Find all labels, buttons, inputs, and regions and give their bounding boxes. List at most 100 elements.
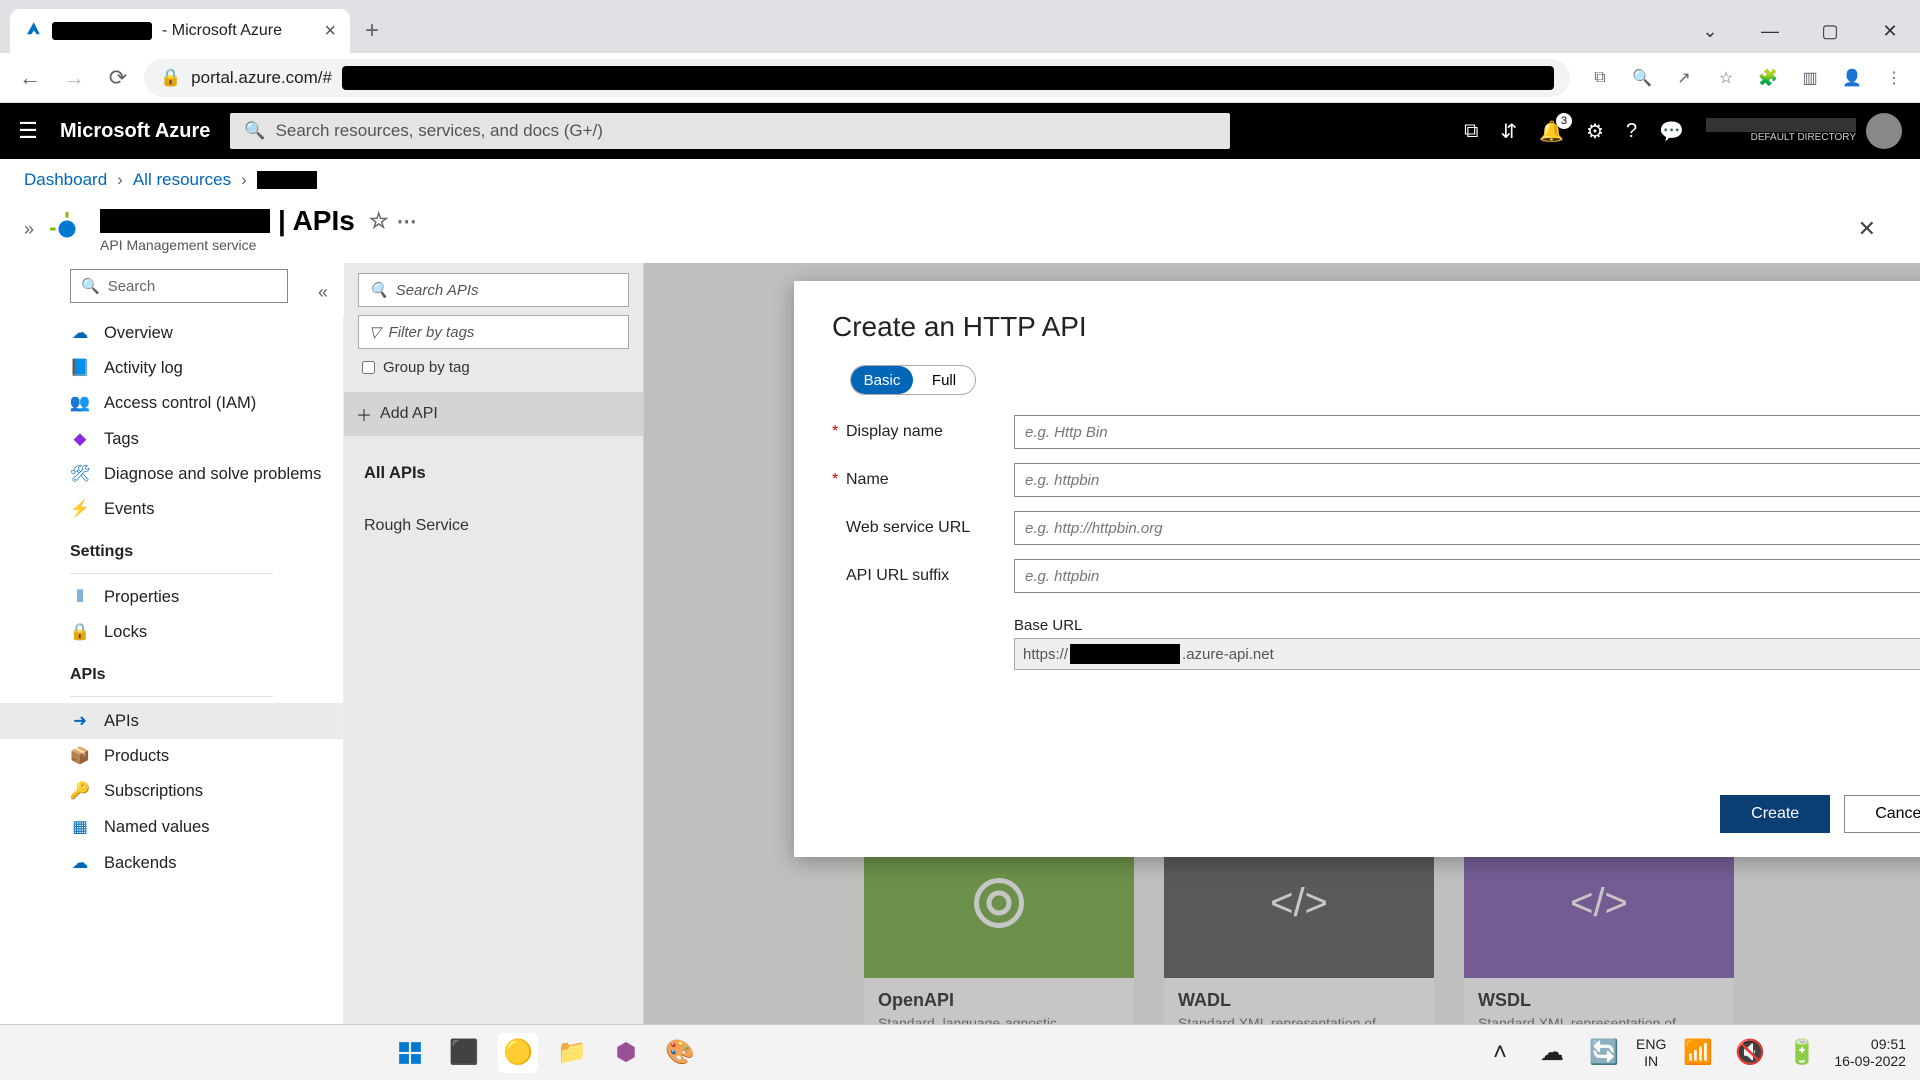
feedback-icon[interactable]: 💬 (1659, 119, 1684, 144)
forward-button[interactable]: → (56, 60, 92, 96)
close-blade-icon[interactable]: ✕ (1858, 216, 1896, 242)
reload-button[interactable]: ⟳ (100, 60, 136, 96)
add-api-button[interactable]: ＋Add API (344, 392, 643, 436)
sidebar-item-subscriptions[interactable]: 🔑Subscriptions (0, 774, 343, 809)
api-filter-placeholder: Filter by tags (389, 324, 475, 341)
browser-toolbar: ← → ⟳ 🔒 portal.azure.com/# ⧉ 🔍 ↗ ☆ 🧩 ▥ 👤… (0, 53, 1920, 103)
api-filter[interactable]: ▽ Filter by tags (358, 315, 629, 349)
close-tab-icon[interactable]: × (324, 20, 336, 43)
label-api-url-suffix: API URL suffix (846, 567, 1014, 585)
clock-date: 16-09-2022 (1834, 1053, 1906, 1070)
sidebar-item-apis[interactable]: ➜APIs (0, 703, 343, 739)
group-by-tag-label: Group by tag (383, 359, 470, 376)
browser-tab[interactable]: - Microsoft Azure × (10, 9, 350, 53)
sidebar-item-named-values[interactable]: ▦Named values (0, 809, 343, 845)
minimize-icon[interactable]: — (1740, 9, 1800, 53)
new-tab-button[interactable]: + (354, 13, 390, 49)
volume-icon[interactable]: 🔇 (1730, 1033, 1770, 1073)
cancel-button[interactable]: Cancel (1844, 795, 1920, 833)
sidebar-item-products[interactable]: 📦Products (0, 739, 343, 774)
api-search-placeholder: Search APIs (396, 282, 479, 299)
open-external-icon[interactable]: ⧉ (1586, 69, 1614, 87)
zoom-icon[interactable]: 🔍 (1628, 68, 1656, 88)
kebab-menu-icon[interactable]: ⋮ (1880, 68, 1908, 88)
wifi-icon[interactable]: 📶 (1678, 1033, 1718, 1073)
page-body: 🔍 Search « ☁Overview 📘Activity log 👥Acce… (0, 263, 1920, 1043)
filter-icon: ▽ (369, 323, 381, 341)
chevron-down-icon[interactable]: ⌄ (1680, 9, 1740, 53)
label-base-url: Base URL (1014, 617, 1920, 634)
checkbox[interactable] (362, 361, 375, 374)
divider (70, 573, 273, 574)
clock[interactable]: 09:51 16-09-2022 (1834, 1036, 1906, 1070)
dialog-title: Create an HTTP API (832, 311, 1920, 343)
sidebar-item-tags[interactable]: ◆Tags (0, 421, 343, 457)
battery-icon[interactable]: 🔋 (1782, 1033, 1822, 1073)
file-explorer-icon[interactable]: 📁 (552, 1033, 592, 1073)
back-button[interactable]: ← (12, 60, 48, 96)
sidebar-item-events[interactable]: ⚡Events (0, 492, 343, 527)
required-indicator: * (832, 423, 846, 441)
resource-menu: 🔍 Search « ☁Overview 📘Activity log 👥Acce… (0, 263, 344, 1043)
breadcrumb-dashboard[interactable]: Dashboard (24, 170, 107, 190)
input-web-service-url[interactable] (1014, 511, 1920, 545)
api-search[interactable]: 🔍Search APIs (358, 273, 629, 307)
settings-icon[interactable]: ⚙ (1586, 119, 1604, 144)
mode-basic[interactable]: Basic (851, 366, 913, 394)
sidebar-item-label: Backends (104, 854, 176, 873)
sidebar-item-locks[interactable]: 🔒Locks (0, 615, 343, 650)
maximize-icon[interactable]: ▢ (1800, 9, 1860, 53)
mode-toggle[interactable]: Basic Full (850, 365, 976, 395)
sidebar-item-label: Products (104, 747, 169, 766)
input-api-url-suffix[interactable] (1014, 559, 1920, 593)
sidebar-item-properties[interactable]: ⦀Properties (0, 580, 343, 615)
favorite-icon[interactable]: ☆ (369, 208, 389, 234)
task-view-icon[interactable]: ⬛ (444, 1033, 484, 1073)
profile-icon[interactable]: 👤 (1838, 68, 1866, 88)
chrome-icon[interactable]: 🟡 (498, 1033, 538, 1073)
mode-full[interactable]: Full (913, 366, 975, 394)
group-by-tag-checkbox[interactable]: Group by tag (358, 357, 629, 378)
extensions-icon[interactable]: 🧩 (1754, 68, 1782, 88)
directories-icon[interactable]: ⇵ (1500, 119, 1517, 144)
api-list-item[interactable]: Rough Service (358, 505, 629, 547)
breadcrumb-all-resources[interactable]: All resources (133, 170, 231, 190)
label-display-name: Display name (846, 423, 1014, 441)
sidebar-item-access-control[interactable]: 👥Access control (IAM) (0, 386, 343, 421)
more-actions-icon[interactable]: ⋯ (397, 209, 417, 234)
account-menu[interactable]: DEFAULT DIRECTORY (1706, 113, 1902, 149)
menu-search[interactable]: 🔍 Search (70, 269, 288, 303)
cloud-shell-icon[interactable]: ⧉ (1464, 120, 1478, 143)
input-display-name[interactable] (1014, 415, 1920, 449)
paint-icon[interactable]: 🎨 (660, 1033, 700, 1073)
visual-studio-icon[interactable]: ⬢ (606, 1033, 646, 1073)
all-apis-link[interactable]: All APIs (358, 450, 629, 497)
bookmark-icon[interactable]: ☆ (1712, 68, 1740, 88)
sidebar-item-label: Diagnose and solve problems (104, 465, 321, 484)
share-icon[interactable]: ↗ (1670, 68, 1698, 88)
tray-chevron-icon[interactable]: ˄ (1480, 1033, 1520, 1073)
global-search[interactable]: 🔍 Search resources, services, and docs (… (230, 113, 1230, 149)
clock-time: 09:51 (1834, 1036, 1906, 1053)
sidebar-item-activity-log[interactable]: 📘Activity log (0, 351, 343, 386)
lock-icon: 🔒 (160, 68, 181, 88)
azure-logo[interactable]: Microsoft Azure (56, 120, 230, 143)
resource-type-label: API Management service (100, 237, 417, 253)
portal-menu-button[interactable]: ☰ (0, 118, 56, 144)
sidebar-item-overview[interactable]: ☁Overview (0, 315, 343, 351)
notifications-icon[interactable]: 🔔3 (1539, 119, 1564, 144)
onedrive-icon[interactable]: ☁ (1532, 1033, 1572, 1073)
collapse-menu-icon[interactable]: « (302, 282, 344, 303)
sidebar-item-diagnose[interactable]: 🛠Diagnose and solve problems (0, 457, 343, 492)
address-bar[interactable]: 🔒 portal.azure.com/# (144, 59, 1570, 97)
input-name[interactable] (1014, 463, 1920, 497)
sync-icon[interactable]: 🔄 (1584, 1033, 1624, 1073)
create-button[interactable]: Create (1720, 795, 1830, 833)
sidebar-item-backends[interactable]: ☁Backends (0, 845, 343, 881)
start-button[interactable] (390, 1033, 430, 1073)
language-indicator[interactable]: ENG IN (1636, 1036, 1666, 1070)
side-panel-icon[interactable]: ▥ (1796, 68, 1824, 88)
expand-menu-icon[interactable]: » (24, 219, 34, 240)
close-window-icon[interactable]: ✕ (1860, 9, 1920, 53)
help-icon[interactable]: ? (1626, 120, 1637, 143)
